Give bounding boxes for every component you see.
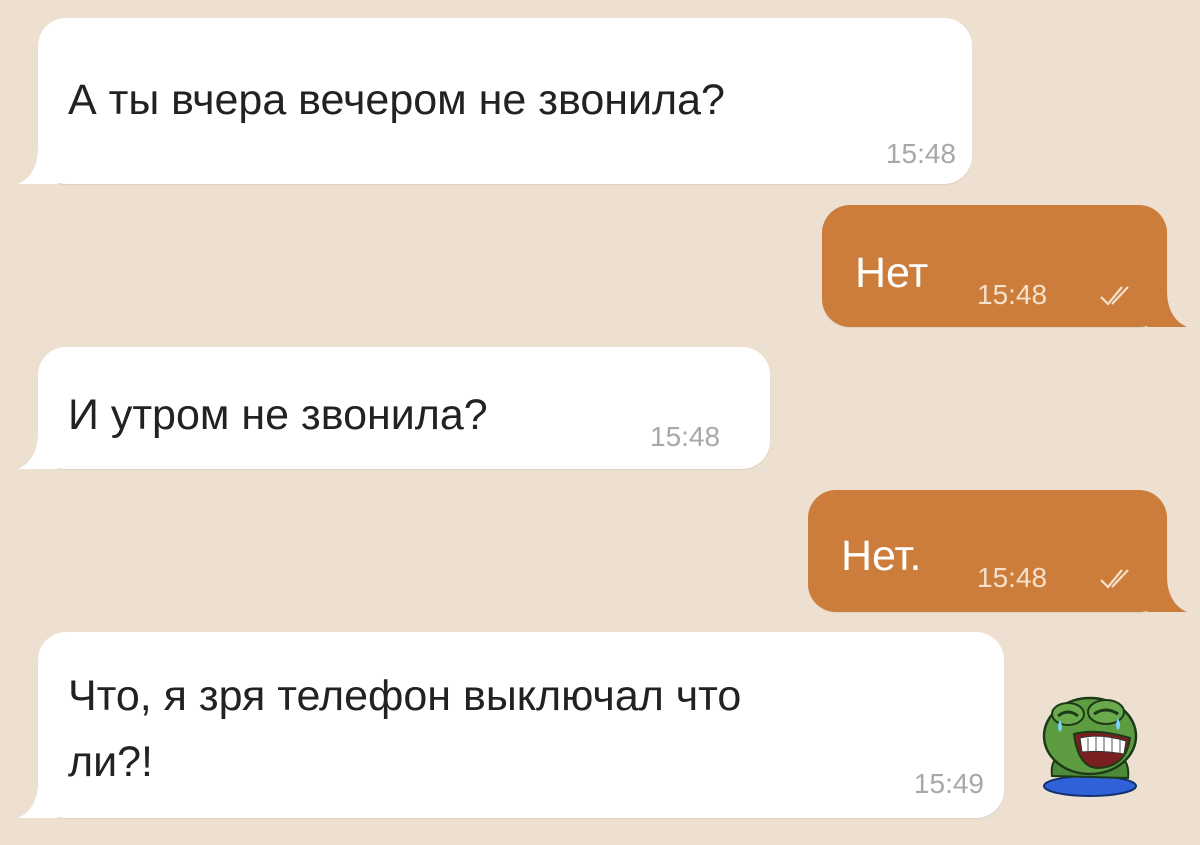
message-text: А ты вчера вечером не звонила? (68, 76, 725, 124)
message-time: 15:48 (650, 421, 721, 452)
message-time: 15:48 (885, 138, 956, 169)
message-bubble-incoming[interactable]: И утром не звонила? 15:48 (18, 347, 770, 469)
laughing-frog-sticker-icon[interactable] (1030, 688, 1148, 800)
chat-area: А ты вчера вечером не звонила? 15:48 Нет… (0, 0, 1200, 845)
message-time: 15:48 (977, 562, 1048, 593)
message-text: И утром не звонила? (68, 391, 488, 439)
message-text: Нет. (841, 532, 922, 580)
bubble-tail (1147, 576, 1187, 612)
double-check-icon (1100, 286, 1129, 306)
message-bubble-outgoing[interactable]: Нет 15:48 (822, 205, 1187, 327)
bubble-tail (18, 148, 58, 184)
message-bubble-incoming[interactable]: Что, я зря телефон выключал что ли?! 15:… (18, 632, 1004, 818)
bubble-tail (18, 433, 58, 469)
message-text-line-2: ли?! (68, 738, 153, 786)
message-bubble-incoming[interactable]: А ты вчера вечером не звонила? 15:48 (18, 18, 972, 184)
bubble-tail (1147, 291, 1187, 327)
message-time: 15:48 (977, 279, 1048, 310)
message-text: Нет (855, 249, 929, 297)
message-time: 15:49 (913, 768, 984, 799)
message-text-line-1: Что, я зря телефон выключал что (68, 672, 742, 720)
message-bubble-outgoing[interactable]: Нет. 15:48 (808, 490, 1187, 612)
double-check-icon (1100, 569, 1129, 589)
bubble-tail (18, 782, 58, 818)
